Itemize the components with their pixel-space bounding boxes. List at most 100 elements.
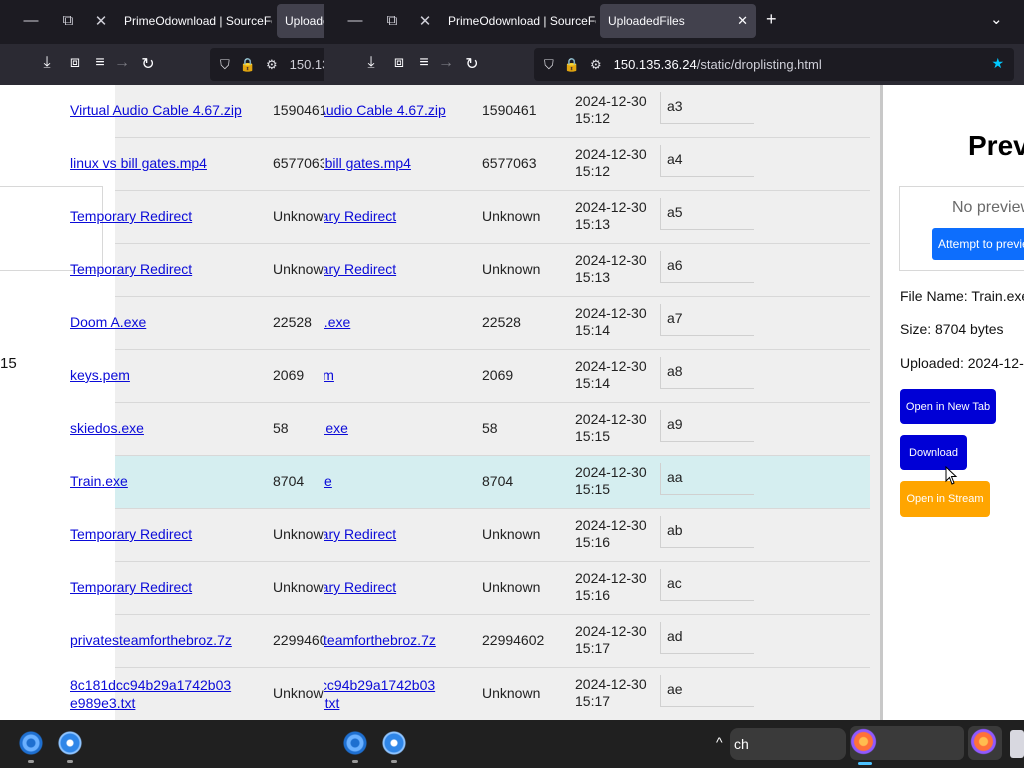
table-row: Virtual Audio Cable 4.67.zip 1590461 <box>70 85 324 138</box>
upload-date-cell: 2024-12-30 15:14 <box>575 305 647 339</box>
file-id-cell: a3 <box>660 92 754 124</box>
tab-sourceforge[interactable]: PrimeOdownload | SourceFor <box>112 4 272 38</box>
file-size-cell: Unknown <box>482 579 541 595</box>
file-link[interactable]: skiedos.exe <box>70 420 144 436</box>
downloads-icon[interactable]: ⤓ <box>361 54 381 72</box>
upload-date: 2024-12-30 <box>575 623 647 639</box>
preview-panel: Preview No preview available Attempt to … <box>883 85 1024 720</box>
upload-date: 2024-12-30 <box>575 676 647 692</box>
close-window-button[interactable]: ✕ <box>414 12 436 30</box>
file-link[interactable]: Temporary Redirect <box>324 579 396 595</box>
restore-button[interactable]: ⧉ <box>381 12 403 29</box>
file-link[interactable]: linux vs bill gates.mp4 <box>324 155 411 171</box>
new-tab-button[interactable]: + <box>766 9 777 30</box>
open-other-button[interactable]: Open in Stream <box>900 481 990 517</box>
file-link[interactable]: Temporary Redirect <box>324 208 396 224</box>
tab-uploaded-files[interactable]: UploadedFiles <box>277 4 324 38</box>
minimize-button[interactable]: — <box>344 12 366 29</box>
table-row: Doom A.exe 22528 <box>70 297 324 350</box>
file-link[interactable]: Virtual Audio Cable 4.67.zip <box>70 102 242 118</box>
close-tab-icon[interactable]: ✕ <box>737 13 748 29</box>
tab-list-button[interactable]: ⌄ <box>990 10 1003 28</box>
file-id-cell: aa <box>660 463 754 495</box>
minimize-button[interactable]: — <box>20 12 42 29</box>
file-link[interactable]: Temporary Redirect <box>324 526 396 542</box>
file-link[interactable]: skiedos.exe <box>324 420 348 436</box>
url-field[interactable]: ⛉ 🔒 ⚙ 150.135.1 <box>210 48 324 81</box>
running-indicator <box>67 760 73 763</box>
bookmark-star-icon[interactable]: ★ <box>991 55 1004 72</box>
preview-box: No preview available Attempt to preview … <box>899 186 1024 271</box>
file-link[interactable]: Temporary Redirect <box>70 526 192 542</box>
file-link[interactable]: Train.exe <box>324 473 332 489</box>
tab-uploaded-files[interactable]: UploadedFiles ✕ <box>600 4 756 38</box>
app-launcher-icon[interactable] <box>55 728 85 758</box>
tab-sourceforge[interactable]: PrimeOdownload | SourceFor <box>436 4 596 38</box>
settings-gear-icon[interactable] <box>340 728 370 758</box>
lock-icon: 🔒 <box>239 56 256 72</box>
file-link[interactable]: Virtual Audio Cable 4.67.zip <box>324 102 446 118</box>
settings-gear-icon[interactable] <box>16 728 46 758</box>
app-launcher-icon[interactable] <box>379 728 409 758</box>
downloads-icon[interactable]: ⤓ <box>37 54 57 72</box>
tab-label: PrimeOdownload | SourceFor <box>448 14 596 28</box>
table-row: 8c181dcc94b29a1742b03 e989e3.txt Unknown 20… <box>324 668 870 720</box>
file-link[interactable]: Doom A.exe <box>324 314 350 330</box>
file-link[interactable]: Train.exe <box>70 473 128 489</box>
running-indicator <box>352 760 358 763</box>
attempt-preview-button[interactable]: Attempt to preview as text anyway <box>932 228 1024 260</box>
file-link[interactable]: privatesteamforthebroz.7z <box>324 632 436 648</box>
download-button[interactable]: Download <box>900 435 967 470</box>
reload-icon[interactable]: ↻ <box>138 54 158 74</box>
firefox-taskbar-item[interactable] <box>850 726 964 765</box>
forward-icon[interactable]: → <box>112 54 132 72</box>
preview-panel: Preview No preview available Attempt to … <box>0 85 115 720</box>
extensions-icon[interactable]: ⧈ <box>389 54 409 72</box>
tab-bar: — ⧉ ✕ PrimeOdownload | SourceFor Uploade… <box>324 0 1024 44</box>
file-link[interactable]: keys.pem <box>324 367 334 383</box>
file-link-line2[interactable]: e989e3.txt <box>70 695 135 711</box>
forward-icon[interactable]: → <box>436 54 456 72</box>
chevron-up-icon[interactable]: ^ <box>716 734 723 750</box>
file-link[interactable]: Temporary Redirect <box>70 579 192 595</box>
file-id-cell: ae <box>660 675 754 707</box>
file-link[interactable]: privatesteamforthebroz.7z <box>70 632 232 648</box>
upload-time: 15:14 <box>575 375 611 391</box>
menu-icon[interactable]: ≡ <box>90 54 110 72</box>
upload-date: 2024-12-30 <box>575 464 647 480</box>
reload-icon[interactable]: ↻ <box>462 54 482 74</box>
file-link[interactable]: 8c181dcc94b29a1742b03 <box>70 677 231 693</box>
file-size-cell: 58 <box>273 420 289 436</box>
tab-label: PrimeOdownload | SourceFor <box>124 14 272 28</box>
running-indicator <box>28 760 34 763</box>
extensions-icon[interactable]: ⧈ <box>65 54 85 72</box>
menu-icon[interactable]: ≡ <box>414 54 434 72</box>
table-row: Train.exe 8704 <box>70 456 324 509</box>
upload-time: 15:15 <box>575 481 611 497</box>
upload-date: 2024-12-30 <box>575 411 647 427</box>
file-link-line2[interactable]: e989e3.txt <box>324 695 339 711</box>
file-link[interactable]: Temporary Redirect <box>324 261 396 277</box>
url-field[interactable]: ⛉ 🔒 ⚙ 150.135.36.24/static/droplisting.h… <box>534 48 1014 81</box>
file-link[interactable]: 8c181dcc94b29a1742b03 <box>324 677 435 693</box>
file-link[interactable]: linux vs bill gates.mp4 <box>70 155 207 171</box>
file-size-label: Size: 8704 bytes <box>900 321 1004 337</box>
sourceforge-icon <box>436 17 444 25</box>
file-link[interactable]: Temporary Redirect <box>70 208 192 224</box>
upload-time: 15:14 <box>575 322 611 338</box>
file-link[interactable]: keys.pem <box>70 367 130 383</box>
file-link[interactable]: Temporary Redirect <box>70 261 192 277</box>
taskbar-search[interactable]: ch <box>730 728 846 760</box>
firefox-taskbar-item[interactable] <box>968 726 1002 760</box>
upload-date-cell: 2024-12-30 15:13 <box>575 252 647 286</box>
file-link[interactable]: Doom A.exe <box>70 314 146 330</box>
restore-button[interactable]: ⧉ <box>57 12 79 29</box>
table-row: Temporary Redirect Unknown <box>70 509 324 562</box>
open-new-tab-button[interactable]: Open in New Tab <box>900 389 996 424</box>
file-id-cell: a9 <box>660 410 754 442</box>
table-row: privatesteamforthebroz.7z 22994602 2024-12… <box>324 615 870 668</box>
table-row: Temporary Redirect Unknown <box>70 244 324 297</box>
lock-icon: 🔒 <box>563 56 580 72</box>
close-window-button[interactable]: ✕ <box>90 12 112 30</box>
help-icon[interactable] <box>1010 730 1024 758</box>
